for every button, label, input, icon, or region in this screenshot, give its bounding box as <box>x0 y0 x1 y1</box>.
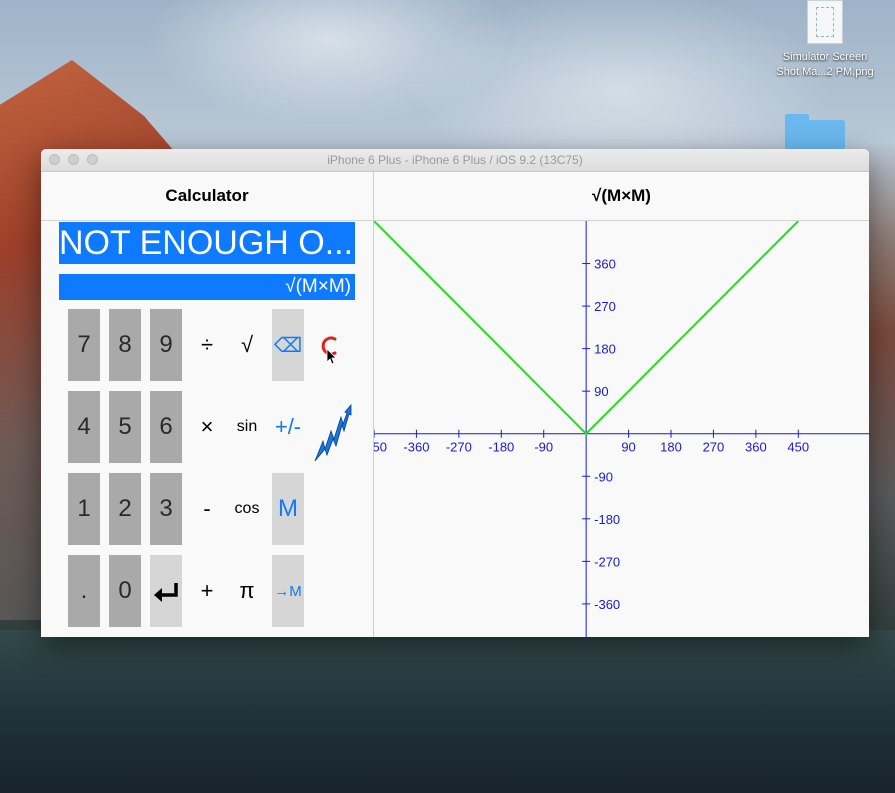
calculator-description: √(M×M) <box>59 274 355 300</box>
calculator-display: NOT ENOUGH O... <box>59 222 355 264</box>
x-tick-label: -180 <box>488 440 514 455</box>
graph-button[interactable] <box>309 391 353 463</box>
key-decimal[interactable]: . <box>68 555 100 627</box>
file-thumbnail-icon <box>807 0 843 44</box>
key-sin[interactable]: sin <box>231 391 263 463</box>
key-set-memory[interactable]: →M <box>272 555 304 627</box>
key-cos[interactable]: cos <box>231 473 263 545</box>
key-pi[interactable]: π <box>231 555 263 627</box>
key-plus-minus[interactable]: +/- <box>272 391 304 463</box>
graph-pane: √(M×M) -450 -360 -270 -180 -90 90 180 270 360 450… <box>374 172 869 637</box>
y-tick-label: 360 <box>594 257 616 272</box>
x-tick-label: 90 <box>621 440 635 455</box>
key-sqrt[interactable]: √ <box>231 309 263 381</box>
x-tick-label: 270 <box>703 440 725 455</box>
y-tick-label: 270 <box>594 299 616 314</box>
calculator-pane: Calculator NOT ENOUGH O... √(M×M) 7 8 9 … <box>41 172 374 637</box>
enter-icon <box>154 583 178 602</box>
key-9[interactable]: 9 <box>150 309 182 381</box>
x-tick-label: 360 <box>745 440 767 455</box>
desktop-file-name: Simulator Screen Shot Ma...2 PM.png <box>776 51 874 78</box>
graph-plot[interactable]: -450 -360 -270 -180 -90 90 180 270 360 450 360 270 1… <box>374 221 869 637</box>
key-3[interactable]: 3 <box>150 473 182 545</box>
key-plus[interactable]: + <box>191 555 223 627</box>
x-tick-label: 180 <box>660 440 682 455</box>
key-2[interactable]: 2 <box>109 473 141 545</box>
backspace-button[interactable]: ⌫ <box>272 309 304 381</box>
window-title: iPhone 6 Plus - iPhone 6 Plus / iOS 9.2 … <box>327 153 583 167</box>
x-tick-label: -450 <box>374 440 387 455</box>
key-8[interactable]: 8 <box>109 309 141 381</box>
graph-trend-icon <box>314 403 352 462</box>
graph-nav-title: √(M×M) <box>374 172 869 221</box>
enter-button[interactable] <box>150 555 182 627</box>
y-tick-label: -270 <box>594 554 620 569</box>
backspace-icon: ⌫ <box>273 334 303 357</box>
x-tick-label: -90 <box>534 440 553 455</box>
x-tick-label: -360 <box>403 440 429 455</box>
clear-button[interactable] <box>313 309 345 381</box>
key-7[interactable]: 7 <box>68 309 100 381</box>
app-content: Calculator NOT ENOUGH O... √(M×M) 7 8 9 … <box>41 172 869 637</box>
y-tick-label: 90 <box>594 384 608 399</box>
clear-icon <box>321 336 337 365</box>
calculator-nav-title: Calculator <box>41 172 373 221</box>
key-0[interactable]: 0 <box>109 555 141 627</box>
simulator-window: iPhone 6 Plus - iPhone 6 Plus / iOS 9.2 … <box>41 149 869 637</box>
key-memory[interactable]: M <box>272 473 304 545</box>
x-tick-label: 450 <box>787 440 809 455</box>
key-5[interactable]: 5 <box>109 391 141 463</box>
desktop-forest <box>0 630 895 793</box>
y-tick-label: -180 <box>594 512 620 527</box>
y-tick-label: 180 <box>594 342 616 357</box>
window-titlebar[interactable]: iPhone 6 Plus - iPhone 6 Plus / iOS 9.2 … <box>41 149 869 172</box>
folder-icon[interactable] <box>785 114 845 150</box>
key-6[interactable]: 6 <box>150 391 182 463</box>
desktop-file-screenshot[interactable]: Simulator Screen Shot Ma...2 PM.png <box>760 0 890 80</box>
key-divide[interactable]: ÷ <box>191 309 223 381</box>
key-multiply[interactable]: × <box>191 391 223 463</box>
x-tick-label: -270 <box>446 440 472 455</box>
key-1[interactable]: 1 <box>68 473 100 545</box>
y-tick-label: -360 <box>594 597 620 612</box>
y-tick-label: -90 <box>594 469 613 484</box>
key-minus[interactable]: - <box>191 473 223 545</box>
key-4[interactable]: 4 <box>68 391 100 463</box>
